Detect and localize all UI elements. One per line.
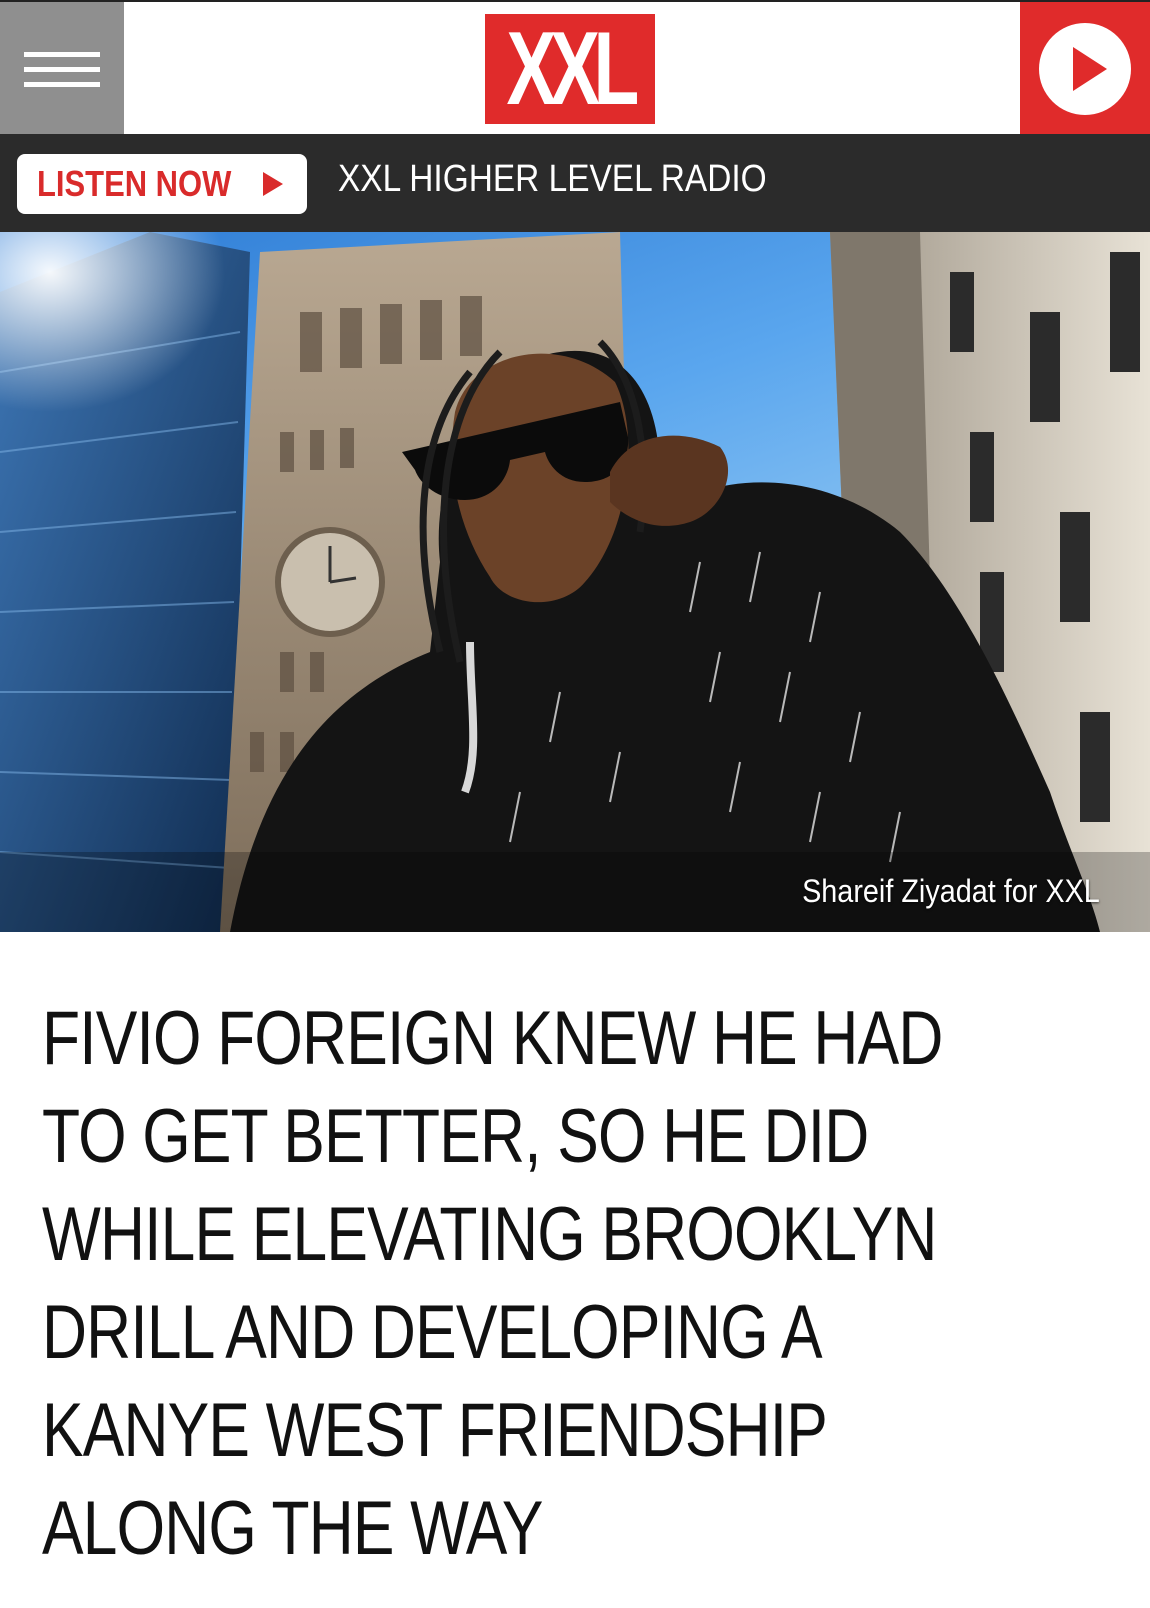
hero-illustration [0, 232, 1150, 932]
listen-now-button[interactable]: LISTEN NOW [17, 154, 307, 214]
hamburger-icon [24, 66, 100, 72]
play-arrow-icon [263, 172, 283, 196]
logo-text: XXL [506, 11, 640, 127]
photo-credit: Shareif Ziyadat for XXL [802, 873, 1100, 909]
play-button[interactable] [1020, 2, 1150, 136]
xxl-logo[interactable]: XXL [485, 14, 655, 124]
hero-image: Shareif Ziyadat for XXL [0, 232, 1150, 932]
headline-line: ALONG THE WAY [42, 1486, 544, 1571]
radio-bar: LISTEN NOW XXL HIGHER LEVEL RADIO [0, 134, 1150, 232]
station-name[interactable]: XXL HIGHER LEVEL RADIO [338, 158, 767, 201]
hamburger-icon [24, 81, 100, 87]
hamburger-icon [24, 51, 100, 57]
headline-line: DRILL AND DEVELOPING A [42, 1290, 823, 1375]
play-icon [1039, 23, 1131, 115]
headline-line: TO GET BETTER, SO HE DID [42, 1094, 869, 1179]
hamburger-menu-button[interactable] [0, 2, 124, 136]
headline-line: FIVIO FOREIGN KNEW HE HAD [42, 996, 943, 1081]
headline-line: WHILE ELEVATING BROOKLYN [42, 1192, 937, 1277]
article-headline: FIVIO FOREIGN KNEW HE HAD TO GET BETTER,… [42, 990, 1108, 1578]
site-header: XXL [0, 0, 1150, 136]
listen-now-label: LISTEN NOW [37, 163, 232, 204]
headline-line: KANYE WEST FRIENDSHIP [42, 1388, 828, 1473]
